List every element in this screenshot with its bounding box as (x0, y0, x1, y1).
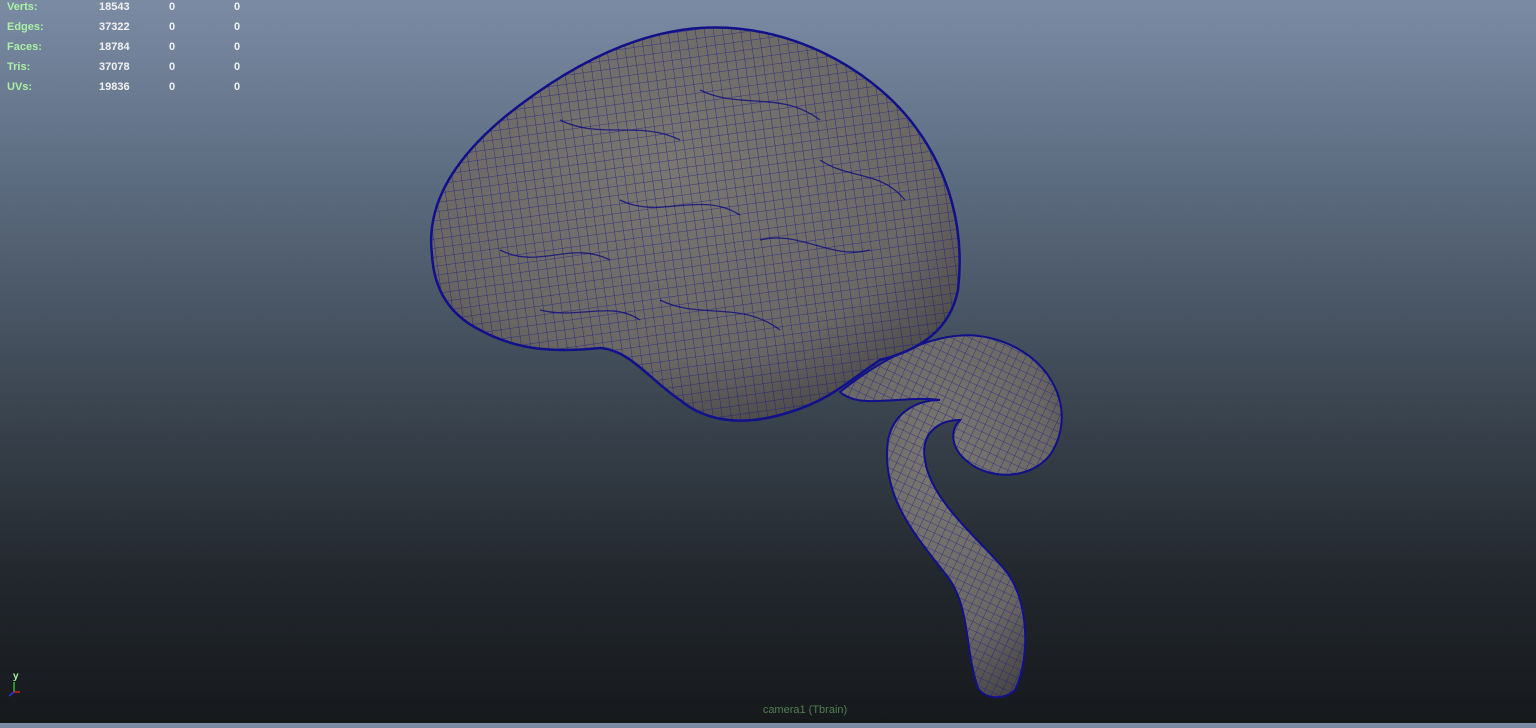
hud-label: Tris: (7, 61, 31, 73)
brain-mesh-model[interactable] (0, 0, 1536, 723)
hud-row: Edges: 37322 0 0 (0, 20, 274, 40)
hud-value: 0 (234, 21, 241, 33)
brain-stem (838, 334, 1063, 699)
hud-row: Verts: 18543 0 0 (0, 0, 274, 20)
hud-label: UVs: (7, 81, 33, 93)
hud-label: Faces: (7, 41, 42, 53)
hud-row: Tris: 37078 0 0 (0, 60, 274, 80)
viewport-3d[interactable] (0, 0, 1536, 723)
hud-row: UVs: 19836 0 0 (0, 80, 274, 100)
poly-count-hud: Verts: 18543 0 0 Edges: 37322 0 0 Faces: 18784 0 0 T… (0, 0, 274, 100)
hud-value: 0 (169, 61, 176, 73)
axis-y-label: y (13, 671, 19, 682)
hud-value: 0 (169, 81, 176, 93)
hud-value: 0 (169, 21, 176, 33)
cerebrum (429, 26, 961, 422)
hud-value: 37078 (99, 61, 130, 73)
camera-label: camera1 (Tbrain) (762, 704, 848, 716)
hud-label: Verts: (7, 1, 38, 13)
hud-value: 0 (234, 1, 241, 13)
hud-value: 0 (234, 61, 241, 73)
axis-gizmo-icon (8, 682, 20, 697)
hud-value: 0 (234, 81, 241, 93)
hud-value: 19836 (99, 81, 130, 93)
hud-value: 37322 (99, 21, 130, 33)
hud-value: 0 (234, 41, 241, 53)
hud-value: 0 (169, 41, 176, 53)
hud-row: Faces: 18784 0 0 (0, 40, 274, 60)
hud-value: 18543 (99, 1, 130, 13)
hud-label: Edges: (7, 21, 44, 33)
hud-value: 0 (169, 1, 176, 13)
hud-value: 18784 (99, 41, 130, 53)
